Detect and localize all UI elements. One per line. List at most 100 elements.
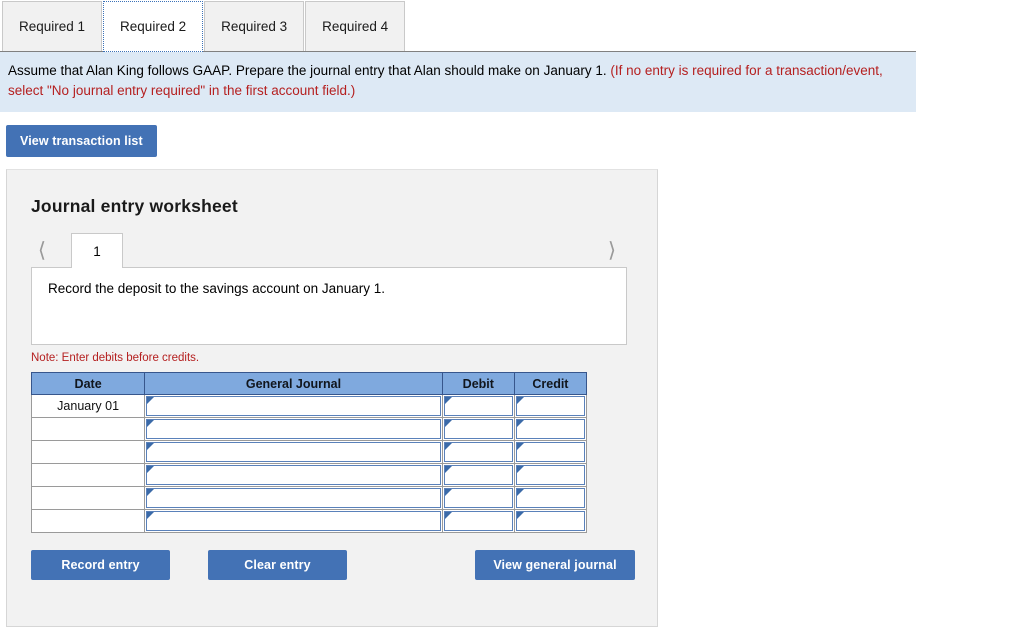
debit-input-wrapper[interactable] (443, 442, 513, 463)
transaction-description-text: Record the deposit to the savings accoun… (48, 281, 385, 297)
credit-input-2[interactable] (516, 420, 584, 439)
table-header-row: Date General Journal Debit Credit (30, 372, 588, 396)
debit-cell[interactable] (441, 417, 515, 442)
account-select-wrapper[interactable] (146, 465, 441, 486)
worksheet-actions: Record entry Clear entry View general jo… (31, 550, 635, 582)
view-transaction-list-button[interactable]: View transaction list (6, 125, 157, 158)
date-cell (30, 440, 146, 465)
credit-input-5[interactable] (516, 489, 584, 508)
credit-input-wrapper[interactable] (515, 488, 585, 509)
credit-input-wrapper[interactable] (515, 511, 585, 532)
journal-entry-worksheet-panel: Journal entry worksheet ⟨ 1 ⟩ Record the… (6, 169, 658, 627)
column-header-date: Date (30, 372, 146, 396)
credit-input-3[interactable] (516, 443, 584, 462)
debit-input-5[interactable] (444, 489, 512, 508)
debit-input-6[interactable] (444, 512, 512, 531)
debits-before-credits-note: Note: Enter debits before credits. (31, 352, 200, 365)
general-journal-cell[interactable] (144, 440, 443, 465)
table-row (30, 440, 588, 465)
credit-cell[interactable] (513, 486, 588, 511)
account-select-4[interactable] (147, 466, 440, 485)
debit-cell[interactable] (441, 463, 515, 488)
tab-required-4[interactable]: Required 4 (305, 1, 406, 51)
worksheet-pager: ⟨ 1 ⟩ (25, 233, 635, 269)
credit-input-4[interactable] (516, 466, 584, 485)
column-header-credit: Credit (513, 372, 588, 396)
date-cell (30, 417, 146, 442)
general-journal-cell[interactable] (144, 463, 443, 488)
credit-input-wrapper[interactable] (515, 396, 585, 417)
clear-entry-button[interactable]: Clear entry (208, 550, 347, 581)
account-select-wrapper[interactable] (146, 396, 441, 417)
general-journal-cell[interactable] (144, 394, 443, 419)
credit-cell[interactable] (513, 463, 588, 488)
account-select-wrapper[interactable] (146, 419, 441, 440)
debit-input-wrapper[interactable] (443, 465, 513, 486)
account-select-6[interactable] (147, 512, 440, 531)
credit-cell[interactable] (513, 509, 588, 534)
table-row (30, 417, 588, 442)
date-value (32, 418, 144, 440)
worksheet-page-number: 1 (93, 243, 101, 259)
credit-cell[interactable] (513, 417, 588, 442)
debit-cell[interactable] (441, 440, 515, 465)
general-journal-cell[interactable] (144, 417, 443, 442)
chevron-right-icon[interactable]: ⟩ (601, 233, 623, 267)
debit-cell[interactable] (441, 486, 515, 511)
date-value (32, 510, 144, 532)
debit-cell[interactable] (441, 509, 515, 534)
credit-input-wrapper[interactable] (515, 442, 585, 463)
account-select-wrapper[interactable] (146, 442, 441, 463)
tab-required-3[interactable]: Required 3 (204, 1, 305, 51)
chevron-left-icon[interactable]: ⟨ (31, 233, 53, 267)
debit-input-wrapper[interactable] (443, 419, 513, 440)
transaction-description-box: Record the deposit to the savings accoun… (31, 267, 627, 346)
date-cell (30, 509, 146, 534)
table-row (30, 509, 588, 534)
account-select-3[interactable] (147, 443, 440, 462)
debit-input-4[interactable] (444, 466, 512, 485)
credit-cell[interactable] (513, 440, 588, 465)
date-cell (30, 463, 146, 488)
date-value: January 01 (57, 399, 120, 414)
debit-input-1[interactable] (444, 397, 512, 416)
date-value (32, 464, 144, 486)
instruction-text: Assume that Alan King follows GAAP. Prep… (8, 63, 607, 78)
tab-required-2-label: Required 2 (120, 19, 187, 34)
credit-input-wrapper[interactable] (515, 419, 585, 440)
table-row (30, 486, 588, 511)
column-header-debit: Debit (441, 372, 515, 396)
instruction-banner: Assume that Alan King follows GAAP. Prep… (0, 52, 916, 113)
general-journal-cell[interactable] (144, 486, 443, 511)
credit-input-wrapper[interactable] (515, 465, 585, 486)
journal-entry-table: Date General Journal Debit Credit Januar… (30, 372, 588, 534)
account-select-wrapper[interactable] (146, 488, 441, 509)
debit-input-wrapper[interactable] (443, 396, 513, 417)
debit-input-2[interactable] (444, 420, 512, 439)
page-title: Journal entry worksheet (31, 196, 238, 217)
credit-cell[interactable] (513, 394, 588, 419)
credit-input-1[interactable] (516, 397, 584, 416)
tab-required-4-label: Required 4 (322, 19, 389, 34)
account-select-5[interactable] (147, 489, 440, 508)
record-entry-button[interactable]: Record entry (31, 550, 170, 581)
tab-required-1[interactable]: Required 1 (2, 1, 103, 51)
toolbar: View transaction list (0, 112, 1024, 158)
account-select-1[interactable] (147, 397, 440, 416)
debit-input-3[interactable] (444, 443, 512, 462)
table-row: January 01 (30, 394, 588, 419)
date-cell (30, 486, 146, 511)
worksheet-page-tab-1[interactable]: 1 (71, 233, 123, 269)
debit-input-wrapper[interactable] (443, 488, 513, 509)
table-row (30, 463, 588, 488)
account-select-2[interactable] (147, 420, 440, 439)
date-value (32, 487, 144, 509)
debit-cell[interactable] (441, 394, 515, 419)
general-journal-cell[interactable] (144, 509, 443, 534)
account-select-wrapper[interactable] (146, 511, 441, 532)
required-tabs: Required 1 Required 2 Required 3 Require… (0, 0, 916, 52)
credit-input-6[interactable] (516, 512, 584, 531)
debit-input-wrapper[interactable] (443, 511, 513, 532)
view-general-journal-button[interactable]: View general journal (475, 550, 635, 581)
tab-required-2[interactable]: Required 2 (103, 1, 204, 52)
